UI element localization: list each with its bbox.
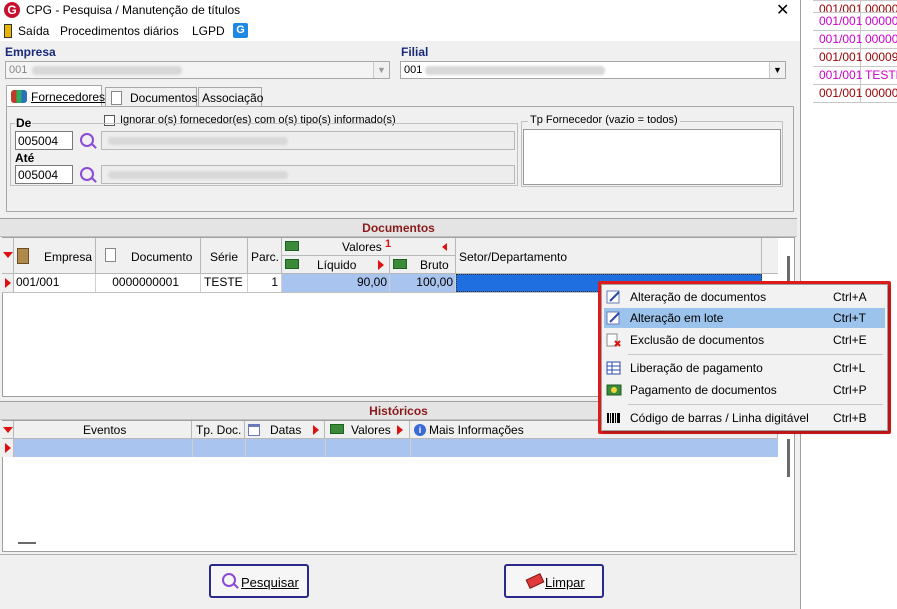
ate-name-field (101, 165, 515, 184)
col-bruto[interactable]: Bruto (390, 256, 456, 274)
money-icon (285, 259, 299, 269)
info-icon: i (414, 424, 426, 436)
expand-arrow-icon[interactable] (313, 425, 319, 435)
ate-input[interactable]: 005004 (15, 165, 73, 184)
table-row[interactable] (14, 439, 778, 457)
empresa-select[interactable]: 001 ▼ (5, 61, 390, 79)
pencil-icon (606, 290, 622, 304)
de-name-field (101, 131, 515, 150)
col-valores-hist[interactable]: Valores (325, 421, 410, 439)
money-icon (606, 383, 622, 397)
col-eventos[interactable]: Eventos (14, 421, 192, 439)
menu-bar: Saída Procedimentos diários LGPD G (0, 21, 800, 41)
exit-door-icon (4, 24, 12, 38)
money-icon (330, 424, 344, 434)
col-liquido[interactable]: Líquido (282, 256, 390, 274)
pencil-icon (606, 311, 622, 325)
chevron-down-icon: ▼ (373, 62, 389, 78)
app-logo-icon: G (4, 2, 20, 18)
filial-select[interactable]: 001 ▼ (400, 61, 786, 79)
list-item: 001/001000000 (813, 84, 897, 102)
money-icon (285, 241, 299, 251)
document-icon (105, 248, 116, 262)
documentos-title: Documentos (0, 218, 797, 237)
tp-fornecedor-label: Tp Fornecedor (vazio = todos) (528, 114, 680, 126)
menu-item-codigo-barras[interactable]: Código de barras / Linha digitável Ctrl+… (604, 408, 885, 428)
context-menu: Alteração de documentos Ctrl+A Alteração… (601, 284, 888, 431)
tab-documentos[interactable]: Documentos (105, 87, 197, 107)
pesquisar-button[interactable]: Pesquisar (209, 564, 309, 598)
window-title: CPG - Pesquisa / Manutenção de títulos (26, 3, 241, 17)
list-item: 001/001000000 (813, 30, 897, 48)
col-empresa[interactable]: Empresa (14, 238, 96, 274)
col-datas[interactable]: Datas (245, 421, 325, 439)
list-item: 001/001000093 (813, 48, 897, 66)
expand-arrow-icon[interactable] (378, 260, 384, 270)
tab-associacao[interactable]: Associação (198, 87, 263, 107)
menu-item-liberacao-pagamento[interactable]: Liberação de pagamento Ctrl+L (604, 358, 885, 378)
menu-item-alteracao-documentos[interactable]: Alteração de documentos Ctrl+A (604, 287, 885, 307)
menu-procedimentos-diarios[interactable]: Procedimentos diários (60, 24, 179, 38)
search-icon (222, 573, 236, 587)
people-icon (11, 90, 27, 103)
menu-item-pagamento-documentos[interactable]: Pagamento de documentos Ctrl+P (604, 380, 885, 400)
row-indicator (2, 274, 14, 292)
tp-fornecedor-list[interactable] (523, 129, 781, 185)
menu-item-alteracao-em-lote[interactable]: Alteração em lote Ctrl+T (604, 308, 885, 328)
sort-order-badge: 1 (385, 238, 392, 250)
menu-item-exclusao-documentos[interactable]: Exclusão de documentos Ctrl+E (604, 330, 885, 350)
chevron-down-icon: ▼ (769, 62, 785, 78)
list-item: 001/001000000 (813, 12, 897, 30)
filial-label: Filial (401, 45, 429, 59)
de-input[interactable]: 005004 (15, 131, 73, 150)
col-parc[interactable]: Parc. (248, 238, 282, 274)
col-valores[interactable]: Valores 1 (282, 238, 456, 256)
delete-document-icon (606, 333, 622, 347)
calendar-icon (248, 424, 260, 436)
col-tpdoc[interactable]: Tp. Doc. (192, 421, 245, 439)
search-icon[interactable] (80, 133, 94, 147)
document-icon (111, 91, 122, 105)
barcode-icon (606, 411, 622, 425)
col-serie[interactable]: Série (201, 238, 248, 274)
limpar-button[interactable]: Limpar (504, 564, 604, 598)
list-item: 001/001TESTE (813, 66, 897, 84)
money-icon (393, 259, 407, 269)
menu-lgpd[interactable]: LGPD (192, 24, 225, 38)
de-label: De (15, 116, 33, 130)
historicos-hscrollbar[interactable] (18, 542, 36, 544)
tab-fornecedores[interactable]: Fornecedores (6, 85, 105, 107)
empresa-label: Empresa (5, 45, 56, 59)
g-app-icon[interactable]: G (233, 23, 248, 38)
col-documento[interactable]: Documento (96, 238, 201, 274)
close-icon[interactable]: ✕ (776, 0, 789, 20)
eraser-icon (525, 573, 545, 589)
search-icon[interactable] (80, 167, 94, 181)
ate-label: Até (15, 151, 35, 165)
row-indicator-header (2, 238, 14, 274)
col-setor[interactable]: Setor/Departamento (456, 238, 762, 274)
historicos-scrollbar[interactable] (787, 439, 790, 477)
expand-arrow-icon[interactable] (397, 425, 403, 435)
grid-icon (606, 361, 622, 375)
title-bar: G CPG - Pesquisa / Manutenção de títulos… (0, 0, 800, 21)
books-icon (17, 248, 29, 264)
collapse-arrow-icon[interactable] (442, 243, 447, 251)
menu-saida[interactable]: Saída (18, 24, 49, 38)
